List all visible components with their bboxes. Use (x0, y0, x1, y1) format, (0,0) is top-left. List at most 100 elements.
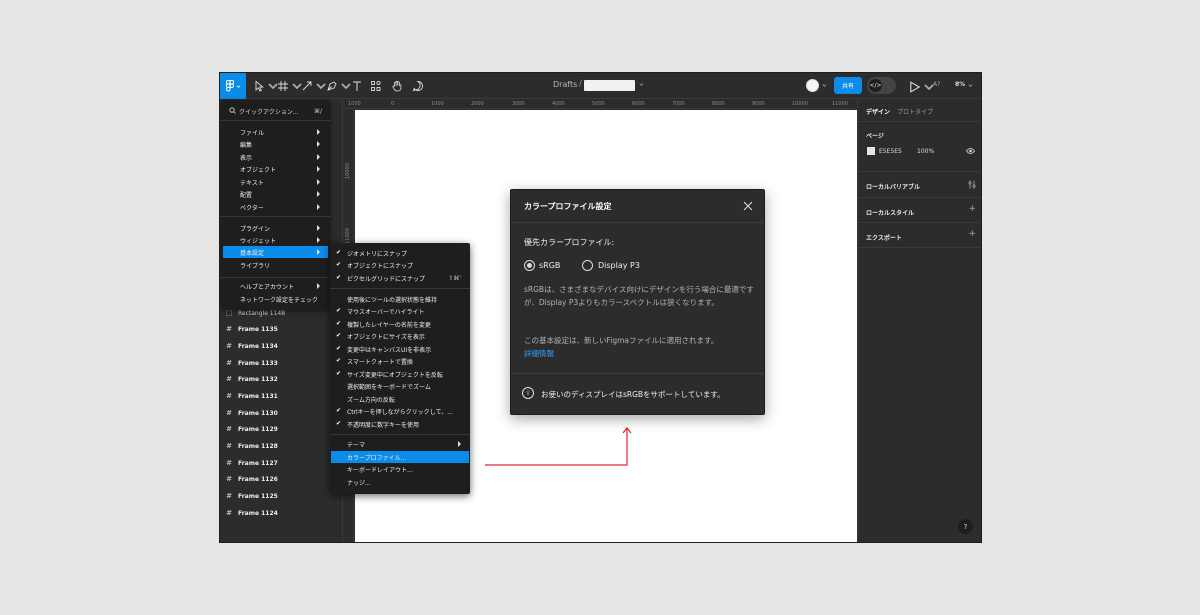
font-check-button[interactable]: A? (933, 81, 940, 88)
text-tool[interactable] (351, 79, 363, 93)
checkmark-icon: ✔ (336, 370, 342, 377)
eye-icon[interactable] (966, 147, 975, 155)
menu-item[interactable]: ベクター (223, 201, 328, 213)
comment-tool[interactable] (412, 79, 424, 93)
checkmark-icon: ✔ (336, 357, 342, 364)
submenu-item[interactable]: ✔ オブジェクトにサイズを表示 (331, 330, 469, 342)
layer-row[interactable]: # Frame 1129 (220, 421, 343, 437)
breadcrumb-drafts[interactable]: Drafts (553, 80, 577, 89)
layer-row[interactable]: # Frame 1124 (220, 505, 343, 521)
preferred-profile-label: 優先カラープロファイル: (524, 238, 615, 247)
submenu-arrow-icon (317, 283, 320, 289)
layer-name: Frame 1128 (238, 442, 278, 450)
layer-row[interactable]: # Frame 1133 (220, 355, 343, 371)
chevron-down-icon[interactable] (822, 83, 827, 88)
layer-row[interactable]: # Frame 1127 (220, 455, 343, 471)
tab-prototype[interactable]: プロトタイプ (897, 107, 933, 116)
menu-item-label: 配置 (240, 191, 253, 199)
add-style-button[interactable]: + (968, 204, 976, 214)
submenu-item[interactable]: ✔ ジオメトリにスナップ (331, 247, 469, 259)
layer-row[interactable]: # Frame 1126 (220, 471, 343, 487)
layer-row[interactable]: # Frame 1135 (220, 321, 343, 337)
submenu-item[interactable]: ✔ Ctrlキーを押しながらクリックして、... (331, 405, 469, 417)
close-icon[interactable] (742, 200, 754, 212)
menu-item[interactable]: ネットワーク設定をチェック (223, 293, 328, 305)
page-color-value[interactable]: E5E5E5 (879, 148, 902, 155)
pen-tool[interactable] (326, 79, 352, 93)
add-export-button[interactable]: + (968, 229, 976, 239)
submenu-item[interactable]: ✔ 変更中はキャンバスUIを非表示 (331, 343, 469, 355)
submenu-item[interactable]: テーマ (331, 438, 469, 450)
checkmark-icon: ✔ (336, 320, 342, 327)
submenu-item[interactable]: ナッジ... (331, 476, 469, 488)
sliders-icon[interactable] (968, 180, 976, 189)
menu-item[interactable]: ライブラリ (223, 259, 328, 271)
quick-actions-label: クイックアクション... (239, 108, 299, 116)
submenu-item[interactable]: キーボードレイアウト... (331, 463, 469, 475)
display-p3-label[interactable]: Display P3 (598, 261, 640, 270)
submenu-item[interactable]: ✔ オブジェクトにスナップ (331, 259, 469, 271)
page-color-swatch[interactable] (867, 147, 875, 155)
menu-item[interactable]: 編集 (223, 138, 328, 150)
learn-more-link[interactable]: 詳細情報 (524, 349, 554, 358)
ruler-tick-label: 5000 (592, 101, 605, 107)
frame-layer-icon: # (226, 459, 232, 467)
quick-actions-search[interactable]: クイックアクション... ⌘/ (223, 104, 328, 118)
frame-tool[interactable] (277, 79, 303, 93)
menu-item[interactable]: 基本設定 (223, 246, 328, 258)
menu-item[interactable]: ヘルプとアカウント (223, 280, 328, 292)
menu-item[interactable]: 配置 (223, 188, 328, 200)
layer-row[interactable]: # Frame 1130 (220, 405, 343, 421)
menu-item[interactable]: プラグイン (223, 222, 328, 234)
avatar[interactable] (806, 79, 819, 92)
layer-row[interactable]: # Frame 1128 (220, 438, 343, 454)
srgb-radio[interactable] (524, 260, 535, 271)
layer-row[interactable]: # Frame 1125 (220, 488, 343, 504)
layer-row[interactable]: # Frame 1131 (220, 388, 343, 404)
export-section: エクスポート + (858, 223, 981, 248)
display-support-text: お使いのディスプレイはsRGBをサポートしています。 (541, 390, 725, 399)
layer-row[interactable]: # Frame 1132 (220, 371, 343, 387)
submenu-item[interactable]: カラープロファイル... (331, 451, 469, 463)
submenu-item[interactable]: ✔ 不透明度に数字キーを使用 (331, 418, 469, 430)
chevron-down-icon[interactable] (968, 83, 973, 88)
share-button[interactable]: 共有 (834, 77, 862, 94)
layer-row[interactable]: # Frame 1134 (220, 338, 343, 354)
frame-layer-icon: # (226, 359, 232, 367)
color-profile-dialog: カラープロファイル設定 優先カラープロファイル: sRGB Display P3… (510, 189, 765, 415)
ruler-tick-label: 3000 (512, 101, 525, 107)
menu-item[interactable]: テキスト (223, 176, 328, 188)
submenu-item[interactable]: ✔ スマートクォートで置換 (331, 355, 469, 367)
submenu-item[interactable]: ✔ サイズ変更中にオブジェクトを反転 (331, 368, 469, 380)
menu-item[interactable]: 表示 (223, 151, 328, 163)
menu-item[interactable]: オブジェクト (223, 163, 328, 175)
submenu-arrow-icon (317, 154, 320, 160)
menu-item[interactable]: ウィジェット (223, 234, 328, 246)
submenu-item[interactable]: 使用後にツールの選択状態を維持 (331, 293, 469, 305)
dialog-header: カラープロファイル設定 (511, 190, 764, 223)
dev-mode-toggle[interactable]: </> (867, 77, 896, 94)
menu-item[interactable]: ファイル (223, 126, 328, 138)
resources-tool[interactable] (370, 79, 382, 93)
page-opacity-value[interactable]: 100% (917, 148, 934, 155)
submenu-item[interactable]: ✔ マウスオーバーでハイライト (331, 305, 469, 317)
submenu-item[interactable]: ✔ ピクセルグリッドにスナップ ⇧⌘' (331, 272, 469, 284)
shape-tool[interactable] (301, 79, 327, 93)
ruler-tick-label: 1000 (431, 101, 444, 107)
srgb-label[interactable]: sRGB (539, 261, 560, 270)
submenu-item[interactable]: 選択範囲をキーボードでズーム (331, 380, 469, 392)
file-name-field[interactable] (584, 80, 635, 91)
chevron-down-icon[interactable] (639, 82, 644, 87)
submenu-item[interactable]: ズーム方向の反転 (331, 393, 469, 405)
submenu-item[interactable]: ✔ 複製したレイヤーの名前を変更 (331, 318, 469, 330)
hand-tool[interactable] (391, 79, 403, 93)
submenu-item-label: キーボードレイアウト... (347, 466, 413, 474)
menu-divider (221, 277, 330, 278)
move-tool[interactable] (253, 79, 279, 93)
help-button[interactable]: ? (958, 519, 973, 534)
main-menu-button[interactable] (220, 73, 246, 99)
display-p3-radio[interactable] (582, 260, 593, 271)
zoom-menu[interactable]: 8% (955, 81, 965, 88)
present-button[interactable] (909, 80, 935, 94)
tab-design[interactable]: デザイン (866, 107, 890, 116)
